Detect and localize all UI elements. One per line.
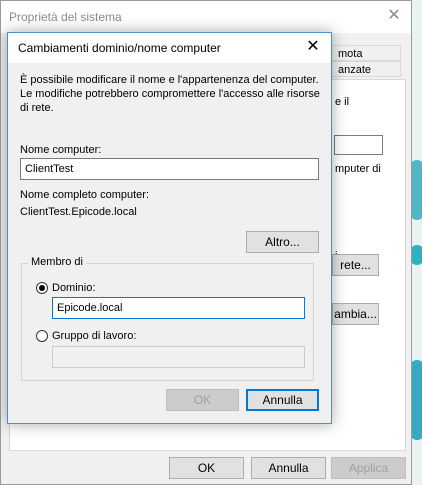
- dialog-titlebar: Cambiamenti dominio/nome computer ✕: [8, 33, 331, 63]
- button-label: OK: [197, 461, 216, 475]
- system-properties-title: Proprietà del sistema: [9, 10, 122, 24]
- button-label: Altro...: [265, 235, 300, 249]
- computer-name-input[interactable]: ClientTest: [20, 158, 319, 180]
- workgroup-label: Gruppo di lavoro:: [52, 330, 137, 342]
- domain-computer-name-dialog: Cambiamenti dominio/nome computer ✕ È po…: [7, 32, 332, 424]
- workgroup-radio[interactable]: [36, 330, 48, 342]
- button-label: OK: [193, 393, 212, 407]
- button-label: Annulla: [262, 393, 303, 407]
- domain-input[interactable]: Epicode.local: [52, 297, 305, 319]
- full-name-label: Nome completo computer:: [20, 189, 149, 201]
- dialog-description: È possibile modificare il nome e l'appar…: [20, 74, 320, 114]
- close-icon[interactable]: ✕: [303, 37, 323, 57]
- button-label: Annulla: [268, 461, 309, 475]
- ok-button[interactable]: OK: [166, 389, 239, 411]
- radio-selected-dot: [39, 285, 45, 291]
- more-button[interactable]: Altro...: [246, 231, 319, 253]
- computer-description-field[interactable]: [334, 135, 383, 155]
- apply-button[interactable]: Applica: [331, 457, 406, 479]
- workgroup-input[interactable]: [52, 346, 305, 368]
- tab-label: mota: [338, 48, 363, 60]
- domain-radio[interactable]: [36, 282, 48, 294]
- ok-button[interactable]: OK: [169, 457, 244, 479]
- member-of-label: Membro di: [28, 256, 86, 268]
- tab-label: anzate: [338, 64, 372, 76]
- tab-advanced[interactable]: anzate: [331, 61, 401, 77]
- domain-label: Dominio:: [52, 282, 96, 294]
- button-label: ambia...: [334, 307, 377, 321]
- member-of-group: Membro di Dominio: Epicode.local Gruppo …: [21, 256, 314, 381]
- panel-text: mputer di: [335, 163, 381, 175]
- close-icon[interactable]: ✕: [385, 7, 403, 25]
- computer-name-label: Nome computer:: [20, 144, 102, 156]
- dialog-title: Cambiamenti dominio/nome computer: [18, 41, 221, 55]
- change-button[interactable]: ambia...: [332, 303, 379, 325]
- panel-text: e il: [335, 96, 350, 108]
- tab-remote[interactable]: mota: [331, 45, 401, 61]
- cancel-button[interactable]: Annulla: [251, 457, 326, 479]
- cancel-button[interactable]: Annulla: [246, 389, 319, 411]
- full-name-value: ClientTest.Epicode.local: [20, 206, 137, 218]
- button-label: rete...: [340, 258, 371, 272]
- network-id-button[interactable]: rete...: [332, 254, 379, 276]
- button-label: Applica: [348, 461, 389, 475]
- system-properties-titlebar: Proprietà del sistema ✕: [1, 1, 411, 33]
